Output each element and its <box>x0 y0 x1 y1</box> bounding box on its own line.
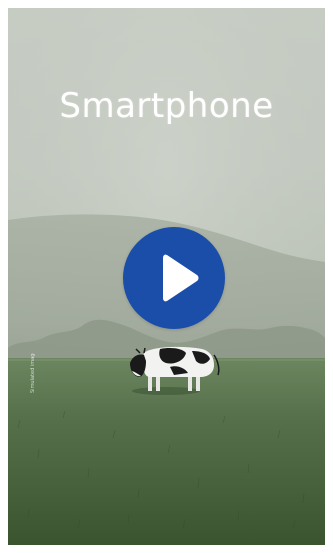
cow <box>130 346 220 395</box>
video-thumbnail[interactable]: Smartphone Simulated image <box>8 8 325 545</box>
play-button[interactable] <box>123 227 225 329</box>
headline: Smartphone <box>59 86 274 126</box>
grass-field <box>8 358 325 545</box>
play-icon <box>163 254 199 302</box>
simulated-image-watermark: Simulated image <box>30 353 36 393</box>
